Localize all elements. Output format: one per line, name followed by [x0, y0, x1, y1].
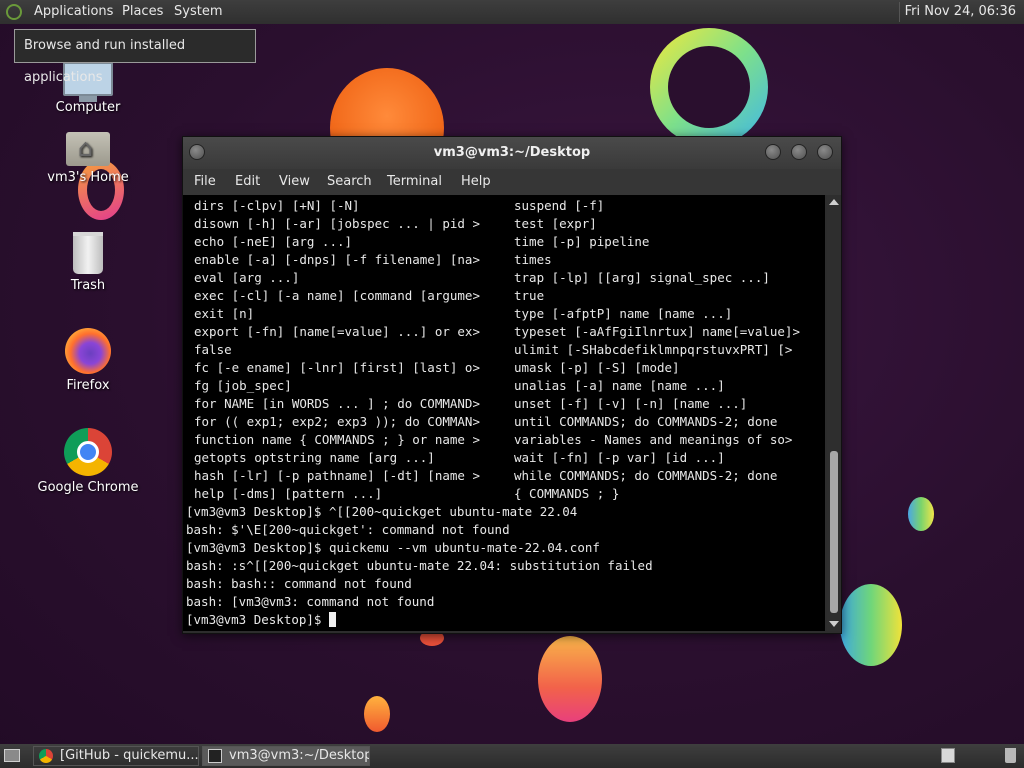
- help-entry: unset [-f] [-v] [-n] [name ...]: [514, 396, 748, 411]
- help-entry: echo [-neE] [arg ...]: [194, 234, 353, 249]
- help-entry: function name { COMMANDS ; } or name >: [194, 432, 480, 447]
- output-line: bash: [vm3@vm3: command not found: [186, 594, 435, 609]
- prompt-line[interactable]: [vm3@vm3 Desktop]$: [186, 611, 336, 629]
- trash-icon[interactable]: [1005, 748, 1016, 763]
- terminal-icon: [208, 749, 222, 763]
- applications-tooltip: Browse and run installed applications: [14, 29, 256, 85]
- minimize-icon[interactable]: [765, 144, 781, 160]
- desktop-icon-label: Computer: [55, 100, 121, 115]
- window-titlebar[interactable]: vm3@vm3:~/Desktop: [183, 137, 841, 169]
- taskbar-item-label: vm3@vm3:~/Desktop: [229, 748, 370, 763]
- scroll-down-arrow-icon[interactable]: [829, 621, 839, 627]
- desktop-icon-label: Firefox: [66, 378, 110, 393]
- window-menu-icon[interactable]: [189, 144, 205, 160]
- wallpaper-bottom-blob: [538, 636, 602, 722]
- help-entry: true: [514, 288, 545, 303]
- terminal-scrollbar[interactable]: [827, 195, 841, 631]
- desktop-icon-home[interactable]: vm3's Home: [33, 132, 143, 185]
- show-desktop-icon[interactable]: [4, 749, 20, 762]
- help-entry: export [-fn] [name[=value] ...] or ex>: [194, 324, 480, 339]
- output-line: [vm3@vm3 Desktop]$ quickemu --vm ubuntu-…: [186, 540, 600, 555]
- prompt-text: [vm3@vm3 Desktop]$: [186, 612, 329, 627]
- scroll-up-arrow-icon[interactable]: [829, 199, 839, 205]
- workspace-switcher[interactable]: [941, 748, 955, 763]
- help-entry: while COMMANDS; do COMMANDS-2; done: [514, 468, 778, 483]
- desktop-icon-label: Google Chrome: [37, 480, 139, 495]
- help-entry: for NAME [in WORDS ... ] ; do COMMAND>: [194, 396, 480, 411]
- menu-help[interactable]: Help: [461, 174, 491, 189]
- help-entry: suspend [-f]: [514, 198, 605, 213]
- home-folder-icon: [66, 132, 110, 166]
- help-entry: exit [n]: [194, 306, 255, 321]
- desktop-icon-label: Trash: [70, 278, 106, 293]
- help-entry: false: [194, 342, 232, 357]
- menu-edit[interactable]: Edit: [235, 174, 260, 189]
- window-title: vm3@vm3:~/Desktop: [433, 145, 591, 160]
- help-entry: dirs [-clpv] [+N] [-N]: [194, 198, 360, 213]
- desktop-icon-label: vm3's Home: [47, 170, 129, 185]
- output-line: bash: bash:: command not found: [186, 576, 412, 591]
- terminal-menubar: File Edit View Search Terminal Help: [183, 169, 841, 195]
- wallpaper-ring: [650, 28, 768, 146]
- chrome-icon: [39, 749, 53, 763]
- terminal-output[interactable]: dirs [-clpv] [+N] [-N] disown [-h] [-ar] …: [183, 195, 825, 631]
- mate-logo-icon[interactable]: [6, 4, 22, 20]
- menu-terminal[interactable]: Terminal: [387, 174, 442, 189]
- output-line: [vm3@vm3 Desktop]$ ^[[200~quickget ubunt…: [186, 504, 578, 519]
- menu-search[interactable]: Search: [327, 174, 372, 189]
- help-entry: help [-dms] [pattern ...]: [194, 486, 383, 501]
- chrome-icon: [64, 428, 112, 476]
- firefox-icon: [65, 328, 111, 374]
- help-entry: ulimit [-SHabcdefiklmnpqrstuvxPRT] [>: [514, 342, 793, 357]
- help-entry: eval [arg ...]: [194, 270, 300, 285]
- cursor-caret: [329, 612, 336, 627]
- bottom-panel: [GitHub - quickemu... vm3@vm3:~/Desktop: [0, 744, 1024, 768]
- help-entry: unalias [-a] name [name ...]: [514, 378, 725, 393]
- help-entry: { COMMANDS ; }: [514, 486, 620, 501]
- output-line: bash: :s^[[200~quickget ubuntu-mate 22.0…: [186, 558, 653, 573]
- help-entry: exec [-cl] [-a name] [command [argume>: [194, 288, 480, 303]
- trash-icon: [73, 232, 103, 274]
- system-menu[interactable]: System: [174, 4, 222, 19]
- wallpaper-right-blob: [840, 584, 902, 666]
- help-entry: fg [job_spec]: [194, 378, 292, 393]
- help-entry: until COMMANDS; do COMMANDS-2; done: [514, 414, 778, 429]
- help-entry: getopts optstring name [arg ...]: [194, 450, 435, 465]
- taskbar-item-chrome[interactable]: [GitHub - quickemu...: [33, 746, 199, 766]
- panel-separator: [899, 2, 900, 22]
- close-icon[interactable]: [817, 144, 833, 160]
- taskbar-item-terminal[interactable]: vm3@vm3:~/Desktop: [202, 746, 370, 766]
- desktop-icon-trash[interactable]: Trash: [33, 232, 143, 293]
- wallpaper-tiny-blob: [364, 696, 390, 732]
- places-menu[interactable]: Places: [122, 4, 163, 19]
- taskbar-item-label: [GitHub - quickemu...: [60, 748, 199, 763]
- help-entry: trap [-lp] [[arg] signal_spec ...]: [514, 270, 770, 285]
- help-entry: disown [-h] [-ar] [jobspec ... | pid >: [194, 216, 480, 231]
- menu-view[interactable]: View: [279, 174, 310, 189]
- help-entry: test [expr]: [514, 216, 597, 231]
- help-entry: typeset [-aAfFgiIlnrtux] name[=value]>: [514, 324, 800, 339]
- top-panel: Applications Places System Fri Nov 24, 0…: [0, 0, 1024, 24]
- scrollbar-thumb[interactable]: [830, 451, 838, 613]
- help-entry: for (( exp1; exp2; exp3 )); do COMMAN>: [194, 414, 480, 429]
- menu-file[interactable]: File: [194, 174, 216, 189]
- help-entry: type [-afptP] name [name ...]: [514, 306, 733, 321]
- help-entry: umask [-p] [-S] [mode]: [514, 360, 680, 375]
- help-entry: variables - Names and meanings of so>: [514, 432, 793, 447]
- maximize-icon[interactable]: [791, 144, 807, 160]
- clock[interactable]: Fri Nov 24, 06:36: [905, 4, 1016, 19]
- help-entry: hash [-lr] [-p pathname] [-dt] [name >: [194, 468, 480, 483]
- wallpaper-small-right-blob: [908, 497, 934, 531]
- output-line: bash: $'\E[200~quickget': command not fo…: [186, 522, 510, 537]
- help-entry: time [-p] pipeline: [514, 234, 650, 249]
- help-entry: fc [-e ename] [-lnr] [first] [last] o>: [194, 360, 480, 375]
- help-entry: enable [-a] [-dnps] [-f filename] [na>: [194, 252, 480, 267]
- desktop-icon-firefox[interactable]: Firefox: [33, 328, 143, 393]
- desktop-icon-chrome[interactable]: Google Chrome: [33, 428, 143, 495]
- applications-menu[interactable]: Applications: [34, 4, 113, 19]
- terminal-window: vm3@vm3:~/Desktop File Edit View Search …: [182, 136, 842, 634]
- help-entry: wait [-fn] [-p var] [id ...]: [514, 450, 725, 465]
- help-entry: times: [514, 252, 552, 267]
